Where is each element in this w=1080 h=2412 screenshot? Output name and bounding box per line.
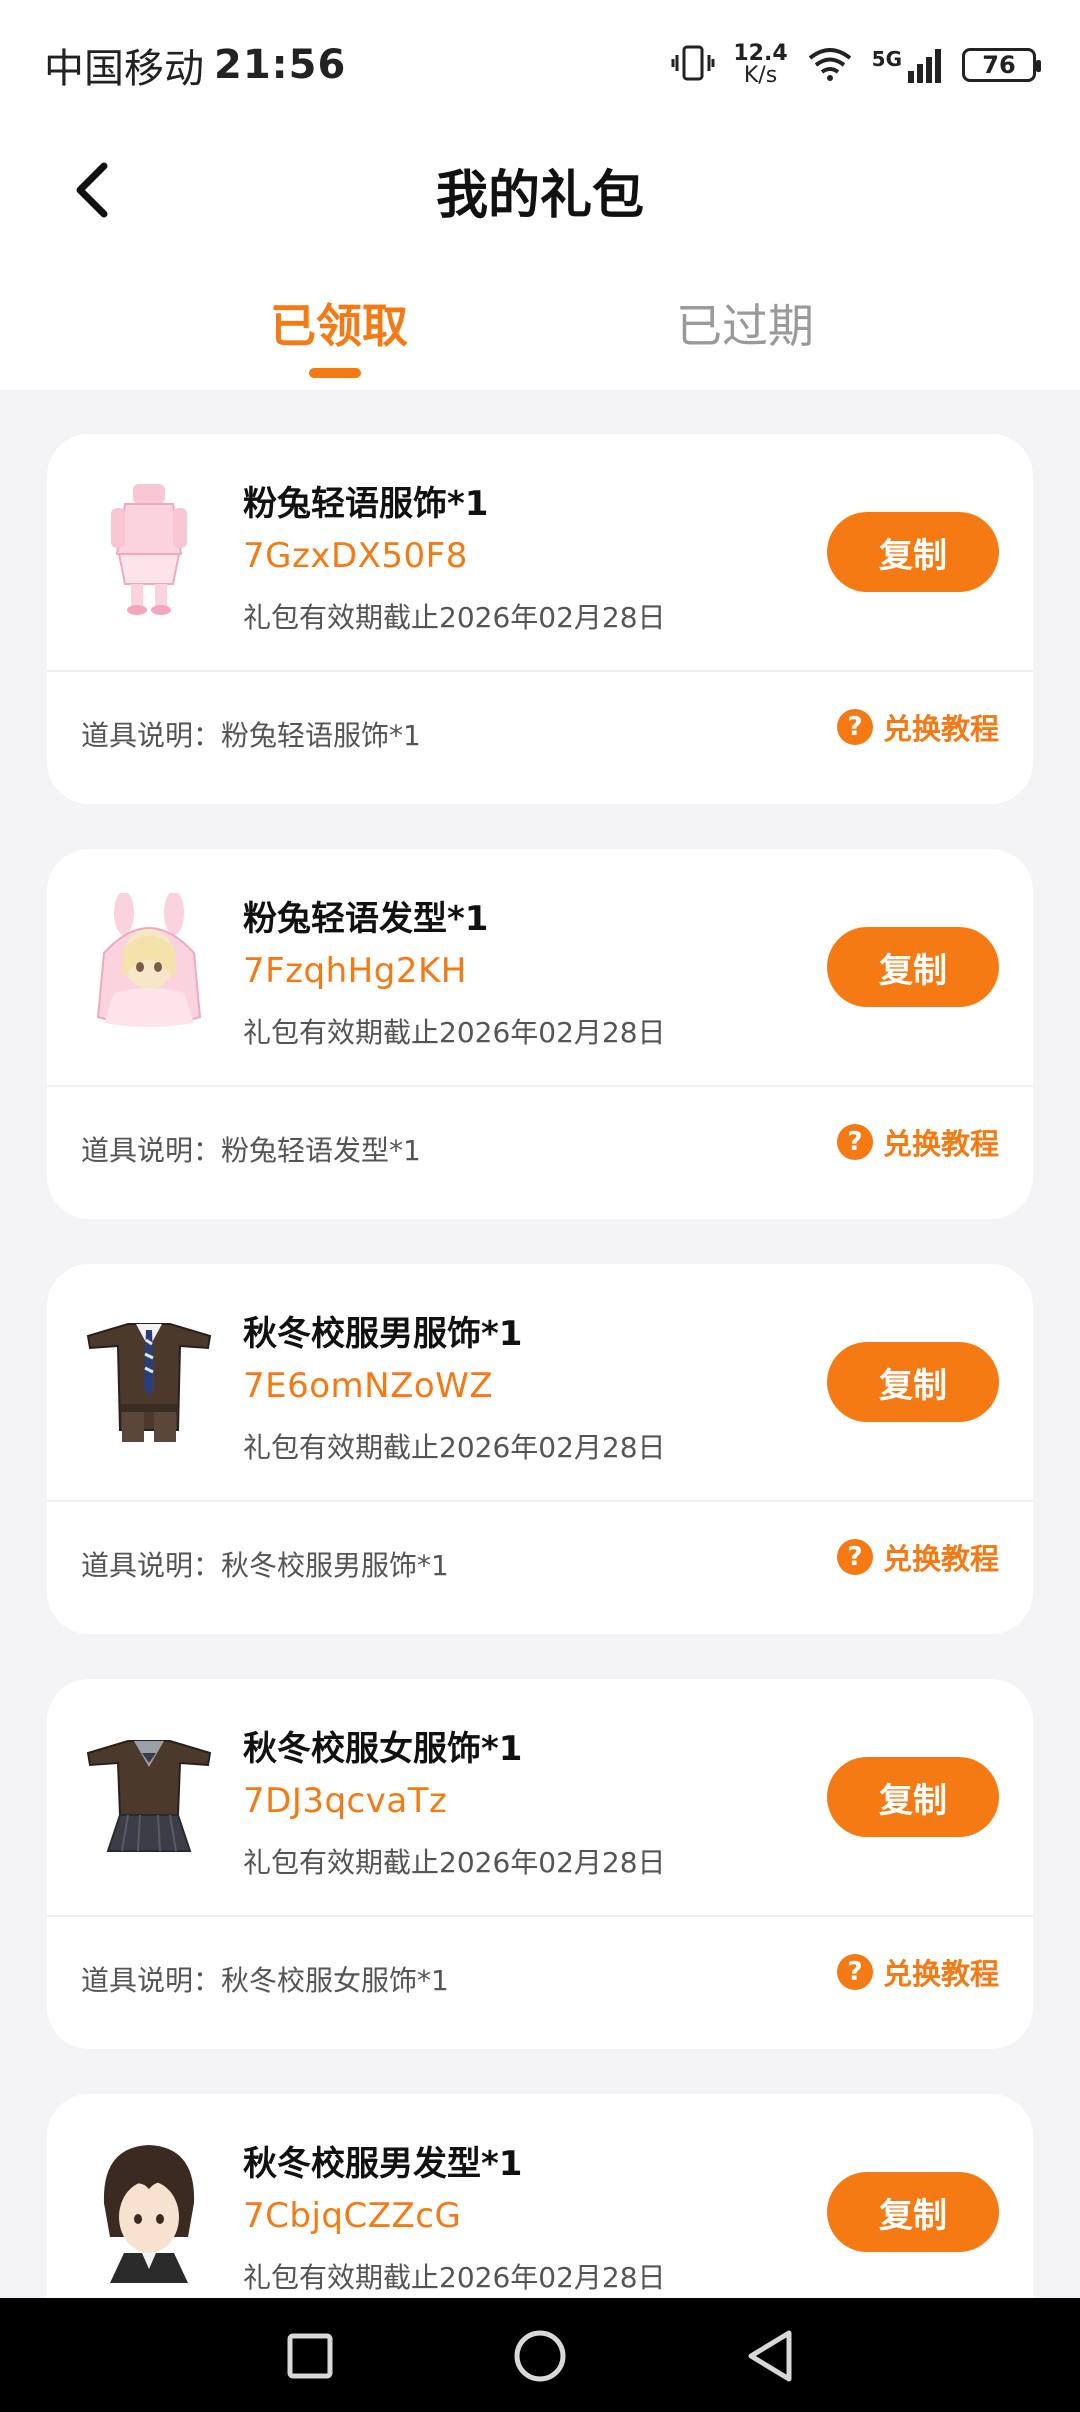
help-icon: ? <box>836 709 873 745</box>
item-description: 道具说明：秋冬校服女服饰*1 <box>81 1964 449 1997</box>
gift-expiry: 礼包有效期截止2026年02月28日 <box>243 601 666 634</box>
gift-card: 秋冬校服男服饰*1 7E6omNZoWZ 礼包有效期截止2026年02月28日 … <box>47 1264 1033 1634</box>
redeem-tutorial-link[interactable]: ? 兑换教程 <box>836 1536 999 1578</box>
tab-bar: 已领取 已过期 <box>0 250 1080 390</box>
redeem-tutorial-label: 兑换教程 <box>882 1127 999 1161</box>
net-speed-unit: K/s <box>743 63 778 88</box>
gift-code: 7CbjqCZZcG <box>243 2196 462 2236</box>
item-description: 道具说明：粉兔轻语服饰*1 <box>81 719 421 752</box>
circle-icon <box>514 2330 566 2382</box>
redeem-tutorial-link[interactable]: ? 兑换教程 <box>836 706 999 748</box>
tab-claimed[interactable]: 已领取 <box>270 290 408 356</box>
copy-button[interactable]: 复制 <box>827 927 999 1007</box>
gift-code: 7E6omNZoWZ <box>243 1366 494 1406</box>
male-hairstyle-icon <box>75 2134 223 2283</box>
back-button[interactable] <box>62 158 122 222</box>
card-divider <box>47 1915 1033 1917</box>
cellular-signal: 5G <box>872 47 944 83</box>
network-type: 5G <box>871 47 902 71</box>
active-tab-indicator <box>309 368 361 378</box>
redeem-tutorial-label: 兑换教程 <box>882 1542 999 1576</box>
card-divider <box>47 670 1033 672</box>
pink-bunny-outfit-icon <box>75 474 223 622</box>
wifi-icon <box>806 44 854 86</box>
gift-expiry: 礼包有效期截止2026年02月28日 <box>243 1016 666 1049</box>
gift-name: 粉兔轻语发型*1 <box>243 899 489 939</box>
status-left: 中国移动 21:56 <box>44 36 346 94</box>
signal-bars-icon <box>908 49 941 83</box>
back-arrow-icon <box>76 162 108 218</box>
gift-card: 秋冬校服男发型*1 7CbjqCZZcG 礼包有效期截止2026年02月28日 … <box>47 2094 1033 2298</box>
gift-name: 秋冬校服女服饰*1 <box>243 1729 523 1769</box>
vibrate-icon <box>671 43 715 87</box>
female-uniform-icon <box>75 1719 223 1867</box>
back-nav-button[interactable] <box>740 2326 800 2386</box>
gift-expiry: 礼包有效期截止2026年02月28日 <box>243 1846 666 1879</box>
copy-button[interactable]: 复制 <box>827 512 999 592</box>
square-icon <box>287 2333 333 2379</box>
triangle-back-icon <box>748 2330 792 2382</box>
redeem-tutorial-link[interactable]: ? 兑换教程 <box>836 1121 999 1163</box>
redeem-tutorial-link[interactable]: ? 兑换教程 <box>836 1951 999 1993</box>
gift-expiry: 礼包有效期截止2026年02月28日 <box>243 2261 666 2294</box>
gift-card: 秋冬校服女服饰*1 7DJ3qcvaTz 礼包有效期截止2026年02月28日 … <box>47 1679 1033 2049</box>
system-nav-bar <box>0 2298 1080 2412</box>
item-description: 道具说明：粉兔轻语发型*1 <box>81 1134 421 1167</box>
status-bar: 中国移动 21:56 12.4 K/s 5G 76 <box>0 0 1080 130</box>
pink-bunny-hairstyle-icon <box>75 889 223 1037</box>
redeem-tutorial-label: 兑换教程 <box>882 712 999 746</box>
gift-name: 秋冬校服男服饰*1 <box>243 1314 523 1354</box>
page-title: 我的礼包 <box>435 165 644 226</box>
male-uniform-icon <box>75 1304 223 1452</box>
copy-button[interactable]: 复制 <box>827 1757 999 1837</box>
home-button[interactable] <box>510 2326 570 2386</box>
battery-icon: 76 <box>962 48 1041 82</box>
clock: 21:56 <box>214 42 347 88</box>
help-icon: ? <box>836 1954 873 1990</box>
gift-card: 粉兔轻语服饰*1 7GzxDX50F8 礼包有效期截止2026年02月28日 复… <box>47 434 1033 804</box>
gift-code: 7DJ3qcvaTz <box>243 1781 448 1821</box>
status-right: 12.4 K/s 5G 76 <box>671 43 1041 87</box>
header: 我的礼包 <box>0 130 1080 250</box>
item-description: 道具说明：秋冬校服男服饰*1 <box>81 1549 449 1582</box>
help-icon: ? <box>836 1539 873 1575</box>
help-icon: ? <box>836 1124 873 1160</box>
battery-level: 76 <box>982 51 1016 79</box>
gift-name: 粉兔轻语服饰*1 <box>243 484 489 524</box>
card-divider <box>47 1085 1033 1087</box>
recent-apps-button[interactable] <box>280 2326 340 2386</box>
tab-expired[interactable]: 已过期 <box>676 290 814 356</box>
gift-expiry: 礼包有效期截止2026年02月28日 <box>243 1431 666 1464</box>
copy-button[interactable]: 复制 <box>827 2172 999 2252</box>
card-divider <box>47 1500 1033 1502</box>
carrier-name: 中国移动 <box>44 46 204 92</box>
gift-list[interactable]: 粉兔轻语服饰*1 7GzxDX50F8 礼包有效期截止2026年02月28日 复… <box>0 390 1080 2298</box>
gift-card: 粉兔轻语发型*1 7FzqhHg2KH 礼包有效期截止2026年02月28日 复… <box>47 849 1033 1219</box>
gift-code: 7GzxDX50F8 <box>243 536 468 576</box>
net-speed-value: 12.4 <box>733 41 788 66</box>
net-speed: 12.4 K/s <box>733 43 787 87</box>
redeem-tutorial-label: 兑换教程 <box>882 1957 999 1991</box>
gift-code: 7FzqhHg2KH <box>243 951 467 991</box>
copy-button[interactable]: 复制 <box>827 1342 999 1422</box>
gift-name: 秋冬校服男发型*1 <box>243 2144 523 2184</box>
